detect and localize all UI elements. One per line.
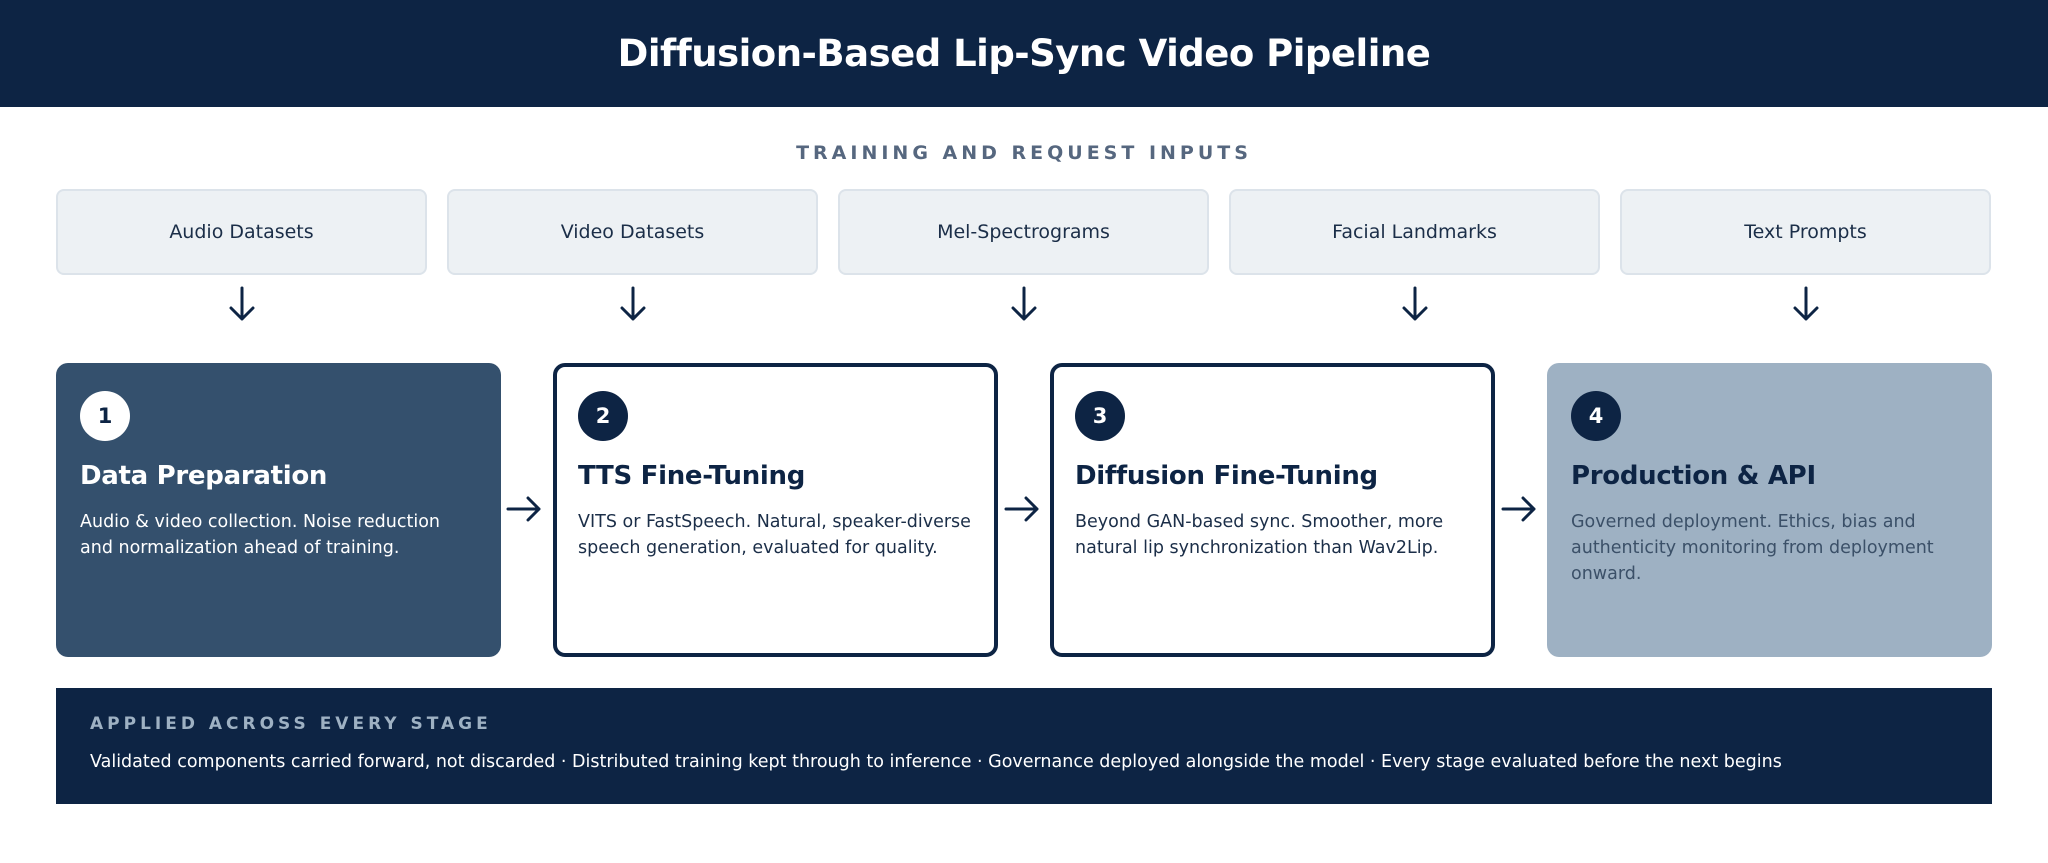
input-box-video-datasets: Video Datasets [447,189,818,275]
arrow-down-icon [1011,286,1037,321]
stage-number-badge: 3 [1075,391,1125,441]
stage-title: Diffusion Fine-Tuning [1075,461,1378,491]
arrow-right-icon [1004,496,1039,522]
footer-label: APPLIED ACROSS EVERY STAGE [90,714,492,734]
stage-title: TTS Fine-Tuning [578,461,806,491]
inputs-section-label: TRAINING AND REQUEST INPUTS [796,142,1252,164]
stage-description: VITS or FastSpeech. Natural, speaker-div… [578,512,971,558]
footer-banner: APPLIED ACROSS EVERY STAGE Validated com… [56,688,1992,804]
arrow-down-icon [1793,286,1819,321]
page-title: Diffusion-Based Lip-Sync Video Pipeline [617,32,1431,75]
arrow-right-icon [506,496,541,522]
header-bar: Diffusion-Based Lip-Sync Video Pipeline [0,0,2048,107]
stage-card-tts-fine-tuning: 2 TTS Fine-Tuning VITS or FastSpeech. Na… [553,363,998,657]
input-box-mel-spectrograms: Mel-Spectrograms [838,189,1209,275]
stage-number-badge: 4 [1571,391,1621,441]
stage-card-diffusion-fine-tuning: 3 Diffusion Fine-Tuning Beyond GAN-based… [1050,363,1495,657]
input-box-text-prompts: Text Prompts [1620,189,1991,275]
input-box-facial-landmarks: Facial Landmarks [1229,189,1600,275]
stage-card-production-api: 4 Production & API Governed deployment. … [1547,363,1992,657]
arrow-down-icon [229,286,255,321]
stage-description: Audio & video collection. Noise reductio… [80,512,440,558]
stage-number-badge: 2 [578,391,628,441]
stage-card-data-preparation: 1 Data Preparation Audio & video collect… [56,363,501,657]
input-box-audio-datasets: Audio Datasets [56,189,427,275]
stage-description: Beyond GAN-based sync. Smoother, more na… [1075,512,1444,558]
arrow-down-icon [620,286,646,321]
stage-number-badge: 1 [80,391,130,441]
stage-description: Governed deployment. Ethics, bias and au… [1571,512,1934,584]
stage-title: Production & API [1571,461,1816,491]
arrow-right-icon [1501,496,1536,522]
arrow-down-icon [1402,286,1428,321]
footer-text: Validated components carried forward, no… [90,752,1782,772]
stage-title: Data Preparation [80,461,328,491]
